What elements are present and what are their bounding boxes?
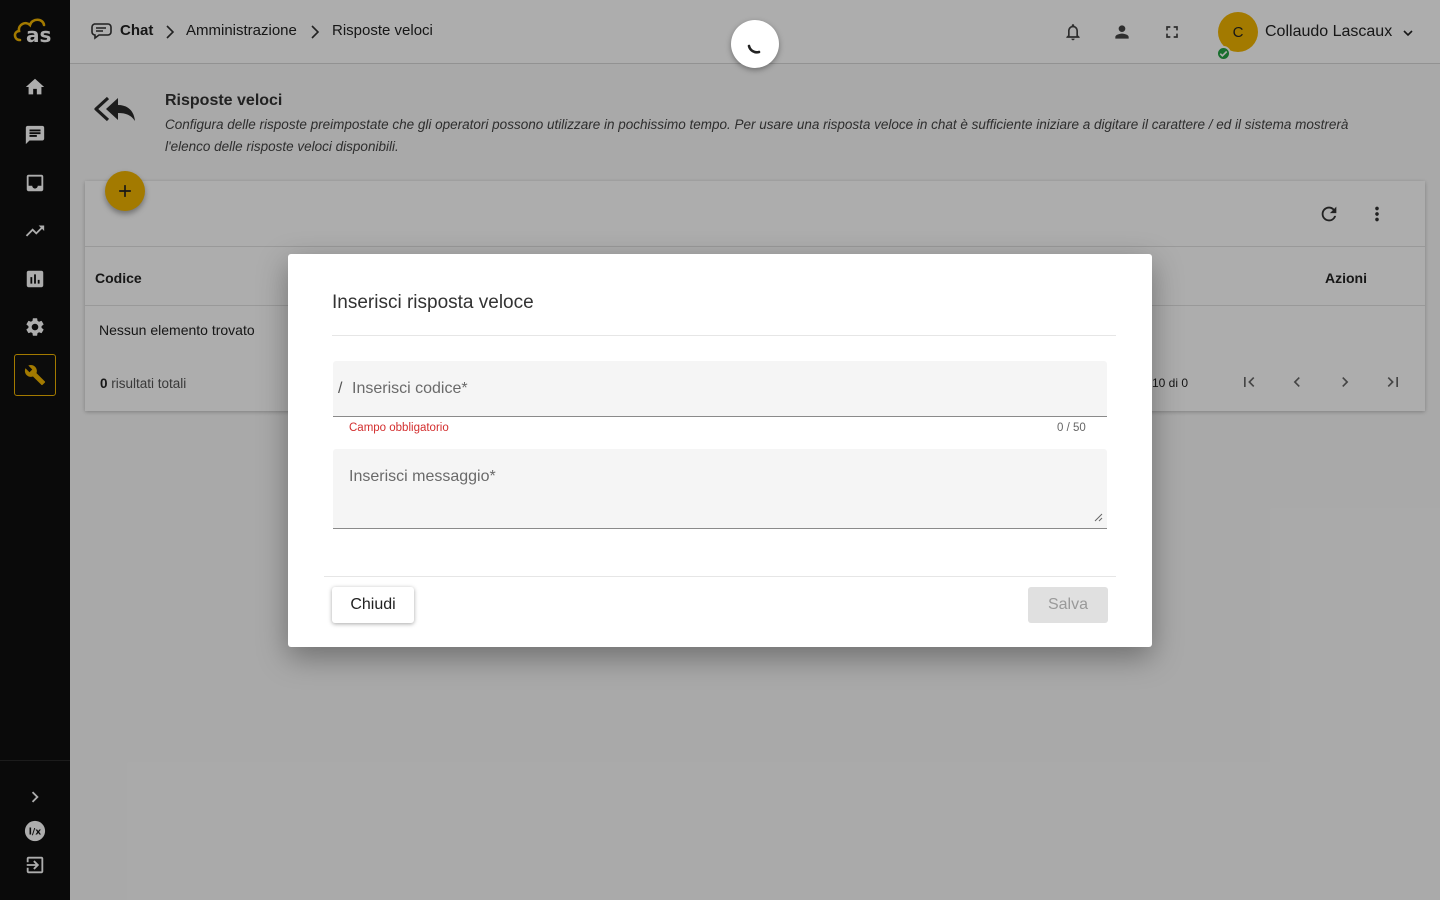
- dialog-title-divider: [332, 335, 1116, 336]
- quick-reply-dialog: Inserisci risposta veloce / Inserisci co…: [288, 254, 1152, 647]
- save-button[interactable]: Salva: [1028, 587, 1108, 623]
- message-textarea[interactable]: Inserisci messaggio*: [349, 468, 496, 486]
- code-prefix: /: [338, 380, 343, 397]
- code-error-hint: Campo obbligatorio: [349, 422, 449, 434]
- message-field[interactable]: Inserisci messaggio*: [333, 449, 1107, 529]
- dialog-actions-divider: [324, 576, 1116, 577]
- close-button[interactable]: Chiudi: [332, 587, 414, 623]
- loading-spinner: [731, 20, 779, 68]
- code-field[interactable]: / Inserisci codice*: [333, 361, 1107, 417]
- resize-handle-icon[interactable]: [1093, 512, 1103, 522]
- code-input[interactable]: Inserisci codice*: [352, 380, 468, 398]
- spinner-icon: [747, 44, 761, 54]
- code-char-counter: 0 / 50: [1057, 422, 1086, 434]
- dialog-title: Inserisci risposta veloce: [332, 292, 534, 313]
